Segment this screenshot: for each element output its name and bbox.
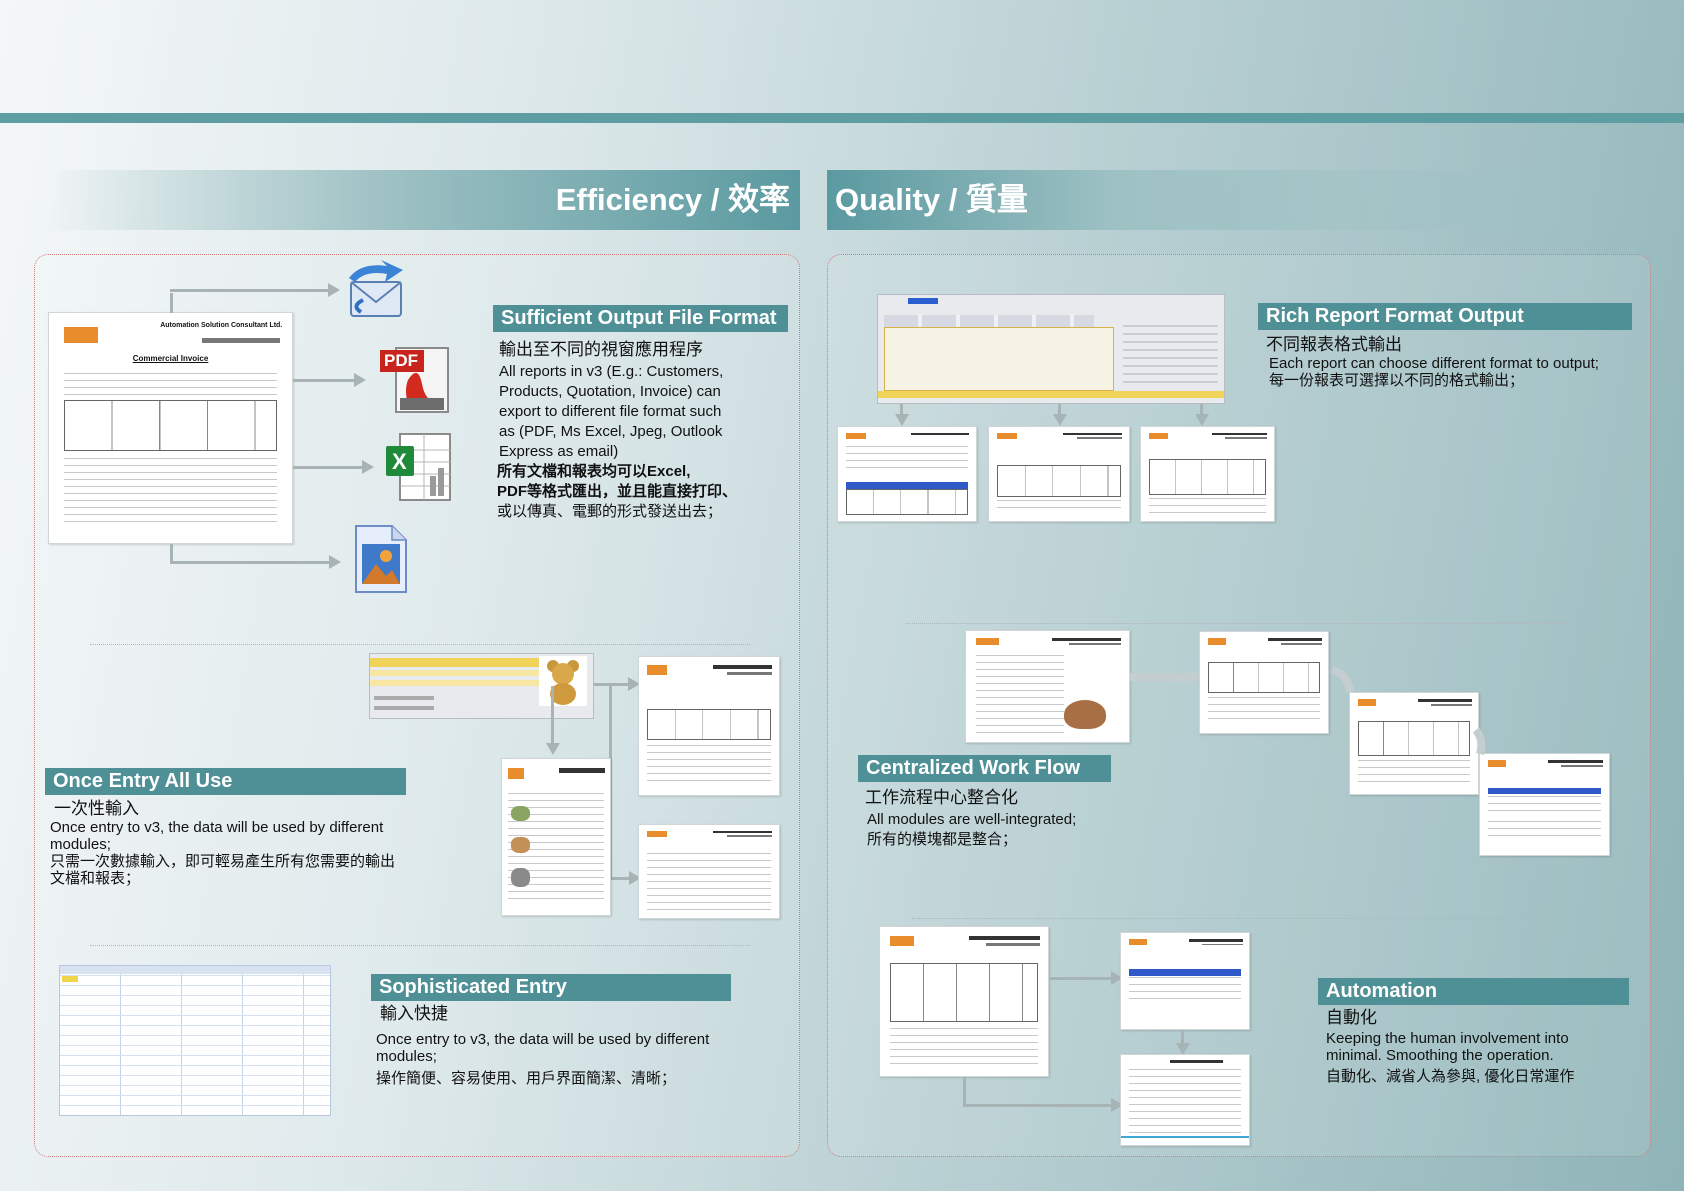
output-format-zh-title: 輸出至不同的視窗應用程序	[499, 340, 703, 359]
once-entry-text: 一次性輸入 Once entry to v3, the data will be…	[50, 800, 430, 887]
separator	[90, 644, 750, 645]
workflow-title: Centralized Work Flow	[858, 755, 1111, 782]
separator	[90, 945, 750, 946]
output-format-line: Products, Quotation, Invoice) can	[499, 383, 721, 400]
separator	[906, 623, 1571, 624]
workflow-quotation-thumb	[965, 630, 1130, 743]
excel-icon: X	[384, 432, 456, 504]
workflow-order-thumb	[1199, 631, 1329, 734]
automation-zh-title: 自動化	[1326, 1008, 1377, 1027]
automation-delivery-doc	[1120, 932, 1250, 1030]
pdf-icon-label: PDF	[384, 351, 418, 370]
invoice-document: Automation Solution Consultant Ltd. Comm…	[48, 312, 293, 544]
top-stripe	[0, 113, 1684, 123]
invoice-company-name: Automation Solution Consultant Ltd.	[160, 322, 283, 330]
output-format-line: Express as email)	[499, 443, 619, 460]
output-format-title: Sufficient Output File Format	[493, 305, 788, 332]
once-entry-line: modules;	[50, 836, 111, 853]
output-format-line: All reports in v3 (E.g.: Customers,	[499, 363, 724, 380]
separator	[912, 918, 1572, 919]
quality-banner: Quality / 質量	[827, 170, 1651, 230]
workflow-text: 工作流程中心整合化 All modules are well-integrate…	[865, 788, 1245, 850]
report-format-thumb-1	[837, 426, 977, 522]
workflow-zh-title: 工作流程中心整合化	[865, 788, 1018, 807]
automation-source-doc	[879, 926, 1049, 1077]
invoice-list-thumb	[638, 824, 780, 919]
sophisticated-entry-line: 操作簡便、容易使用、用戶界面簡潔、清晰；	[376, 1070, 677, 1087]
output-format-line: 或以傳真、電郵的形式發送出去；	[497, 503, 723, 520]
automation-title: Automation	[1318, 978, 1629, 1005]
once-entry-line: 只需一次數據輸入，即可輕易產生所有您需要的輸出	[50, 853, 396, 870]
workflow-line: All modules are well-integrated;	[867, 811, 1077, 828]
automation-report-doc	[1120, 1054, 1250, 1146]
rich-report-text: 不同報表格式輸出 Each report can choose differen…	[1266, 336, 1646, 389]
output-format-line: as (PDF, Ms Excel, Jpeg, Outlook	[499, 423, 723, 440]
report-setup-screenshot	[877, 294, 1225, 404]
rich-report-title: Rich Report Format Output	[1258, 303, 1632, 330]
report-format-thumb-3	[1140, 426, 1275, 522]
rich-report-line: 每一份報表可選擇以不同的格式輸出；	[1269, 372, 1525, 389]
output-format-line: PDF等格式匯出，並且能直接打印、	[497, 483, 738, 500]
sophisticated-entry-text: 輸入快捷 Once entry to v3, the data will be …	[376, 1005, 756, 1087]
excel-icon-label: X	[392, 449, 407, 474]
automation-text: 自動化 Keeping the human involvement into m…	[1326, 1009, 1646, 1085]
workflow-delivery-thumb	[1479, 753, 1610, 856]
sophisticated-entry-zh-title: 輸入快捷	[380, 1004, 448, 1023]
teddy-bear-image	[547, 660, 579, 705]
pdf-icon: PDF	[378, 344, 454, 416]
commercial-invoice-thumb	[638, 656, 780, 796]
once-entry-line: Once entry to v3, the data will be used …	[50, 819, 384, 836]
sophisticated-entry-title: Sophisticated Entry	[371, 974, 731, 1001]
automation-line: Keeping the human involvement into	[1326, 1030, 1569, 1047]
workflow-line: 所有的模塊都是整合；	[867, 831, 1018, 848]
output-format-line: 所有文檔和報表均可以Excel,	[497, 463, 691, 480]
product-catalog-thumb	[501, 758, 611, 916]
once-entry-zh-title: 一次性輸入	[54, 799, 139, 818]
rich-report-zh-title: 不同報表格式輸出	[1266, 335, 1402, 354]
automation-line: 自動化、減省人為參與, 優化日常運作	[1326, 1068, 1575, 1085]
sophisticated-entry-line: modules;	[376, 1048, 437, 1065]
efficiency-banner: Efficiency / 效率	[48, 170, 800, 230]
entry-form-screenshot	[369, 653, 594, 719]
sophisticated-entry-line: Once entry to v3, the data will be used …	[376, 1031, 710, 1048]
output-format-line: export to different file format such	[499, 403, 722, 420]
workflow-curve-arrows	[1330, 666, 1486, 756]
report-format-thumb-2	[988, 426, 1130, 522]
automation-line: minimal. Smoothing the operation.	[1326, 1047, 1554, 1064]
data-entry-spreadsheet	[59, 965, 331, 1116]
once-entry-title: Once Entry All Use	[45, 768, 406, 795]
invoice-title: Commercial Invoice	[132, 354, 209, 364]
image-icon	[352, 524, 410, 594]
rich-report-line: Each report can choose different format …	[1269, 355, 1599, 372]
output-format-text: 輸出至不同的視窗應用程序 All reports in v3 (E.g.: Cu…	[497, 340, 789, 522]
once-entry-line: 文檔和報表；	[50, 870, 141, 887]
email-icon	[341, 260, 409, 322]
